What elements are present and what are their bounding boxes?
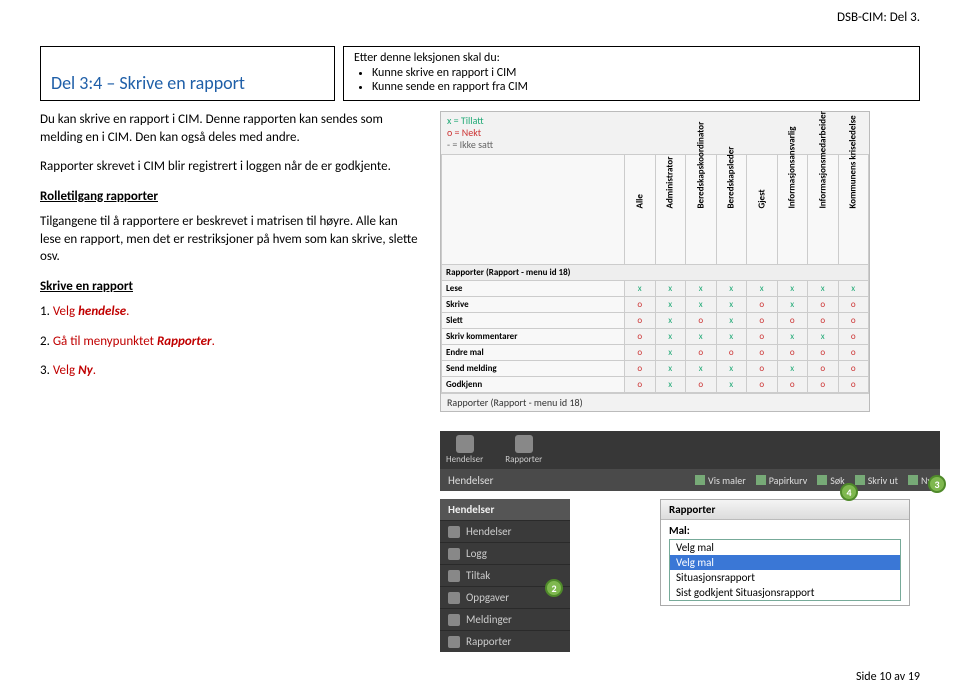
step-tail: . <box>126 304 129 319</box>
permissions-matrix: x = Tillatt o = Nekt - = Ikke satt AlleA… <box>440 111 870 412</box>
step-number: 2. <box>40 334 50 349</box>
lesson-item: Kunne skrive en rapport i CIM <box>372 66 909 80</box>
doc-ref: DSB-CIM: Del 3. <box>837 10 920 25</box>
nav-item-meldinger[interactable]: Meldinger <box>440 608 570 630</box>
action-label: Skriv ut <box>868 474 898 487</box>
mal-select[interactable]: Velg mal Velg mal Situasjonsrapport Sist… <box>669 539 901 601</box>
section-title-box: Del 3:4 – Skrive en rapport <box>40 46 335 101</box>
mal-label: Mal: <box>661 520 909 537</box>
step-object: Ny <box>78 363 93 378</box>
action-skriv-ut[interactable]: Skriv ut <box>855 474 898 487</box>
body-left-column: Du kan skrive en rapport i CIM. Denne ra… <box>40 111 440 412</box>
nav-item-hendelser[interactable]: Hendelser <box>440 520 570 542</box>
rapporter-panel: Rapporter Mal: Velg mal Velg mal Situasj… <box>660 499 910 606</box>
page-footer: Side 10 av 19 <box>856 670 920 684</box>
matrix-caption: Rapporter (Rapport - menu id 18) <box>441 393 869 411</box>
left-nav-menu: Hendelser Hendelser Logg Tiltak Oppgaver… <box>440 499 570 652</box>
action-sok[interactable]: Søk <box>817 474 844 487</box>
nav-item-rapporter[interactable]: Rapporter <box>440 630 570 652</box>
step-item: 1. Velg hendelse. <box>40 303 420 321</box>
trash-icon <box>756 475 766 485</box>
step-item: 2. Gå til menypunktet Rapporter. <box>40 333 420 351</box>
section-title: Del 3:4 – Skrive en rapport <box>51 72 245 94</box>
search-icon <box>817 475 827 485</box>
legend-unset: - = Ikke satt <box>447 138 493 151</box>
paragraph: Du kan skrive en rapport i CIM. Denne ra… <box>40 111 420 146</box>
tab-label: Rapporter <box>505 454 542 465</box>
panel-title: Rapporter <box>661 500 909 520</box>
tasks-icon <box>448 592 460 604</box>
list-icon <box>448 526 460 538</box>
callout-badge-2: 2 <box>545 579 563 597</box>
lesson-objective-box: Etter denne leksjonen skal du: Kunne skr… <box>343 46 920 101</box>
log-icon <box>448 548 460 560</box>
nav-label: Logg <box>466 547 487 560</box>
step-number: 3. <box>40 363 50 378</box>
action-vis-maler[interactable]: Vis maler <box>695 474 746 487</box>
nav-label: Rapporter <box>466 635 511 648</box>
step-verb: Gå til menypunktet <box>53 334 157 349</box>
paragraph: Tilgangene til å rapportere er beskrevet… <box>40 213 420 266</box>
lesson-item: Kunne sende en rapport fra CIM <box>372 80 909 94</box>
action-label: Vis maler <box>708 474 746 487</box>
tab-hendelser[interactable]: Hendelser <box>446 435 483 465</box>
mal-option-selected[interactable]: Velg mal <box>670 555 900 570</box>
step-object: hendelse <box>78 304 126 319</box>
nav-item-logg[interactable]: Logg <box>440 542 570 564</box>
mal-option[interactable]: Situasjonsrapport <box>670 570 900 585</box>
step-number: 1. <box>40 304 50 319</box>
left-nav-title: Hendelser <box>440 499 570 520</box>
nav-label: Tiltak <box>466 569 490 582</box>
sub-toolbar: Hendelser Vis maler Papirkurv Søk Skriv … <box>440 469 940 491</box>
rapporter-icon <box>515 435 533 453</box>
hendelser-icon <box>456 435 474 453</box>
breadcrumb: Hendelser <box>448 474 494 487</box>
step-object: Rapporter <box>157 334 212 349</box>
nav-label: Oppgaver <box>466 591 509 604</box>
step-item: 3. Velg Ny. <box>40 362 420 380</box>
mal-option[interactable]: Velg mal <box>670 540 900 555</box>
callout-badge-3: 3 <box>928 475 946 493</box>
app-top-toolbar: Hendelser Rapporter <box>440 431 940 469</box>
tab-rapporter[interactable]: Rapporter <box>505 435 542 465</box>
print-icon <box>855 475 865 485</box>
subheading: Rolletilgang rapporter <box>40 188 158 206</box>
mal-option[interactable]: Sist godkjent Situasjonsrapport <box>670 585 900 600</box>
reports-icon <box>448 636 460 648</box>
paragraph: Rapporter skrevet i CIM blir registrert … <box>40 158 420 176</box>
template-icon <box>695 475 705 485</box>
step-tail: . <box>93 363 96 378</box>
action-papirkurv[interactable]: Papirkurv <box>756 474 808 487</box>
lesson-heading: Etter denne leksjonen skal du: <box>354 51 909 65</box>
new-icon <box>908 475 918 485</box>
nav-label: Hendelser <box>466 525 512 538</box>
measures-icon <box>448 570 460 582</box>
action-label: Papirkurv <box>769 474 808 487</box>
step-verb: Velg <box>53 363 78 378</box>
step-verb: Velg <box>53 304 78 319</box>
tab-label: Hendelser <box>446 454 483 465</box>
messages-icon <box>448 614 460 626</box>
callout-badge-4: 4 <box>840 483 858 501</box>
subheading: Skrive en rapport <box>40 278 133 296</box>
nav-label: Meldinger <box>466 613 512 626</box>
step-tail: . <box>212 334 215 349</box>
